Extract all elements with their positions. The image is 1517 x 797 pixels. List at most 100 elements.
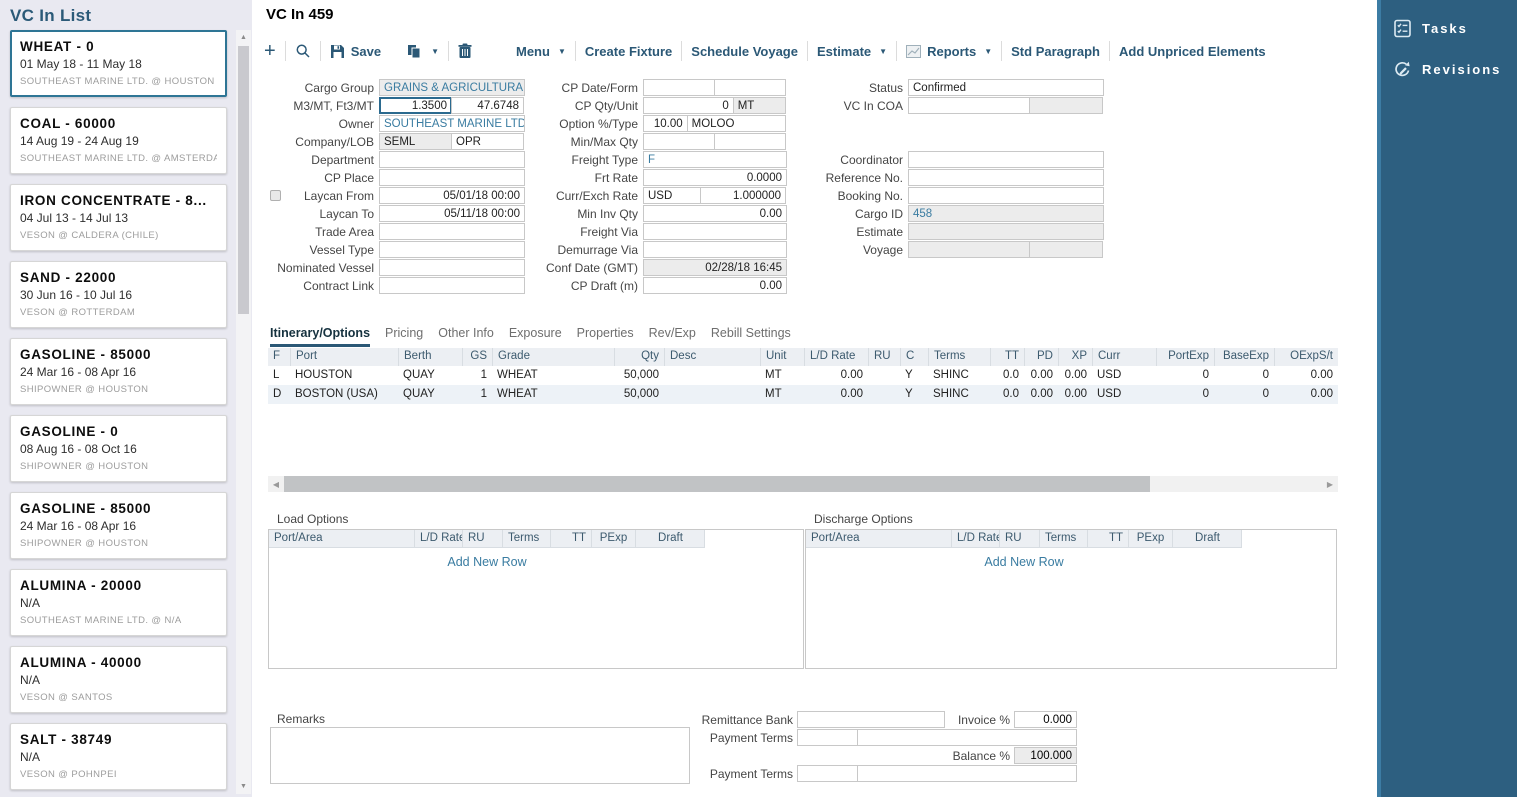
itinerary-row[interactable]: LHOUSTONQUAY1WHEAT50,000MT0.00YSHINC0.00… bbox=[268, 366, 1338, 385]
laycan-from-checkbox[interactable] bbox=[270, 190, 281, 201]
tab-pricing[interactable]: Pricing bbox=[385, 326, 423, 347]
curr-exch-rate-field-1[interactable]: USD bbox=[643, 187, 701, 204]
tab-other-info[interactable]: Other Info bbox=[438, 326, 494, 347]
min-max-qty-field-1[interactable] bbox=[643, 133, 715, 150]
vc-in-card[interactable]: GASOLINE - 8500024 Mar 16 - 08 Apr 16SHI… bbox=[10, 492, 227, 559]
laycan-from-field[interactable]: 05/01/18 00:00 bbox=[379, 187, 525, 204]
cargo-id-field[interactable]: 458 bbox=[908, 205, 1104, 222]
trade-area-field[interactable] bbox=[379, 223, 525, 240]
cell[interactable]: 0.00 bbox=[1058, 385, 1092, 404]
payment-terms-desc-field-1[interactable] bbox=[857, 729, 1077, 746]
cell[interactable]: 0 bbox=[1156, 385, 1214, 404]
estimate-button[interactable]: Estimate▼ bbox=[817, 44, 887, 59]
cell[interactable]: MT bbox=[760, 385, 804, 404]
vc-in-card[interactable]: ALUMINA - 40000N/AVESON @ SANTOS bbox=[10, 646, 227, 713]
cp-date-form-field-2[interactable] bbox=[714, 79, 786, 96]
freight-via-field[interactable] bbox=[643, 223, 787, 240]
booking-no-field[interactable] bbox=[908, 187, 1104, 204]
cell[interactable]: BOSTON (USA) bbox=[290, 385, 398, 404]
cell[interactable]: 1 bbox=[462, 385, 492, 404]
payment-terms-code-field-1[interactable] bbox=[797, 729, 858, 746]
tab-itinerary-options[interactable]: Itinerary/Options bbox=[270, 326, 370, 347]
vessel-type-field[interactable] bbox=[379, 241, 525, 258]
owner-field[interactable]: SOUTHEAST MARINE LTD. bbox=[379, 115, 525, 132]
scroll-right-arrow-icon[interactable]: ▶ bbox=[1322, 480, 1338, 489]
vc-in-card[interactable]: IRON CONCENTRATE - 8...04 Jul 13 - 14 Ju… bbox=[10, 184, 227, 251]
delete-button[interactable] bbox=[458, 43, 472, 59]
frt-rate-field[interactable]: 0.0000 bbox=[643, 169, 787, 186]
tab-properties[interactable]: Properties bbox=[577, 326, 634, 347]
cell[interactable]: 0.00 bbox=[804, 385, 868, 404]
copy-button[interactable]: ▼ bbox=[407, 44, 439, 59]
demurrage-via-field[interactable] bbox=[643, 241, 787, 258]
min-inv-qty-field[interactable]: 0.00 bbox=[643, 205, 787, 222]
cell[interactable]: 50,000 bbox=[614, 366, 664, 385]
cell[interactable]: SHINC bbox=[928, 366, 990, 385]
load-options-add-new-row-link[interactable]: Add New Row bbox=[269, 555, 705, 569]
department-field[interactable] bbox=[379, 151, 525, 168]
scrollbar-thumb[interactable] bbox=[238, 46, 249, 314]
cell[interactable] bbox=[664, 385, 760, 404]
min-max-qty-field-2[interactable] bbox=[714, 133, 786, 150]
reference-no-field[interactable] bbox=[908, 169, 1104, 186]
coordinator-field[interactable] bbox=[908, 151, 1104, 168]
vc-in-card[interactable]: SALT - 38749N/AVESON @ POHNPEI bbox=[10, 723, 227, 790]
cell[interactable] bbox=[868, 366, 900, 385]
itinerary-horizontal-scrollbar[interactable]: ◀ ▶ bbox=[268, 476, 1338, 492]
scroll-left-arrow-icon[interactable]: ◀ bbox=[268, 480, 284, 489]
estimate-field[interactable] bbox=[908, 223, 1104, 240]
vc-in-card[interactable]: SAND - 2200030 Jun 16 - 10 Jul 16VESON @… bbox=[10, 261, 227, 328]
search-button[interactable] bbox=[295, 43, 311, 59]
status-field[interactable]: Confirmed bbox=[908, 79, 1104, 96]
tab-exposure[interactable]: Exposure bbox=[509, 326, 562, 347]
vc-in-card[interactable]: COAL - 6000014 Aug 19 - 24 Aug 19SOUTHEA… bbox=[10, 107, 227, 174]
save-button[interactable]: Save bbox=[330, 44, 381, 59]
cell[interactable]: D bbox=[268, 385, 290, 404]
cp-qty-unit-field-2[interactable]: MT bbox=[733, 97, 786, 114]
voyage-field-1[interactable] bbox=[908, 241, 1030, 258]
scroll-down-arrow-icon[interactable]: ▼ bbox=[236, 779, 251, 794]
cell[interactable]: 0.00 bbox=[1274, 385, 1338, 404]
cell[interactable]: 0.00 bbox=[1024, 385, 1058, 404]
voyage-field-2[interactable] bbox=[1029, 241, 1103, 258]
discharge-options-add-new-row-link[interactable]: Add New Row bbox=[806, 555, 1242, 569]
cell[interactable] bbox=[868, 385, 900, 404]
remarks-textarea[interactable] bbox=[270, 727, 690, 784]
cell[interactable]: 0.0 bbox=[990, 366, 1024, 385]
cell[interactable]: WHEAT bbox=[492, 385, 614, 404]
cell[interactable]: Y bbox=[900, 385, 928, 404]
vc-in-coa-field-2[interactable] bbox=[1029, 97, 1103, 114]
cell[interactable]: 0.0 bbox=[990, 385, 1024, 404]
reports-button[interactable]: Reports▼ bbox=[906, 44, 992, 59]
cell[interactable]: QUAY bbox=[398, 366, 462, 385]
curr-exch-rate-field-2[interactable]: 1.000000 bbox=[700, 187, 786, 204]
left-panel-scrollbar[interactable]: ▲ ▼ bbox=[236, 30, 251, 794]
cell[interactable]: 0 bbox=[1214, 385, 1274, 404]
cp-draft-m-field[interactable]: 0.00 bbox=[643, 277, 787, 294]
laycan-to-field[interactable]: 05/11/18 00:00 bbox=[379, 205, 525, 222]
m3mt-ft3mt-field-1[interactable]: 1.3500 bbox=[379, 97, 452, 114]
tab-rev-exp[interactable]: Rev/Exp bbox=[649, 326, 696, 347]
cell[interactable]: USD bbox=[1092, 366, 1156, 385]
cell[interactable]: USD bbox=[1092, 385, 1156, 404]
itinerary-row[interactable]: DBOSTON (USA)QUAY1WHEAT50,000MT0.00YSHIN… bbox=[268, 385, 1338, 404]
create-fixture-button[interactable]: Create Fixture bbox=[585, 44, 672, 59]
revisions-button[interactable]: Revisions bbox=[1381, 49, 1517, 90]
add-button[interactable]: + bbox=[264, 41, 276, 61]
cell[interactable]: MT bbox=[760, 366, 804, 385]
cell[interactable]: 0 bbox=[1156, 366, 1214, 385]
vc-in-card[interactable]: GASOLINE - 8500024 Mar 16 - 08 Apr 16SHI… bbox=[10, 338, 227, 405]
cell[interactable]: SHINC bbox=[928, 385, 990, 404]
vc-in-card[interactable]: WHEAT - 001 May 18 - 11 May 18SOUTHEAST … bbox=[10, 30, 227, 97]
vc-in-card[interactable]: ALUMINA - 20000N/ASOUTHEAST MARINE LTD. … bbox=[10, 569, 227, 636]
cp-place-field[interactable] bbox=[379, 169, 525, 186]
cargo-group-field[interactable]: GRAINS & AGRICULTURAL bbox=[379, 79, 525, 96]
m3mt-ft3mt-field-2[interactable]: 47.6748 bbox=[451, 97, 524, 114]
payment-terms-desc-field-2[interactable] bbox=[857, 765, 1077, 782]
cell[interactable]: QUAY bbox=[398, 385, 462, 404]
cp-date-form-field-1[interactable] bbox=[643, 79, 715, 96]
cell[interactable]: 0.00 bbox=[1024, 366, 1058, 385]
cell[interactable]: 50,000 bbox=[614, 385, 664, 404]
cell[interactable]: WHEAT bbox=[492, 366, 614, 385]
vc-in-coa-field-1[interactable] bbox=[908, 97, 1030, 114]
